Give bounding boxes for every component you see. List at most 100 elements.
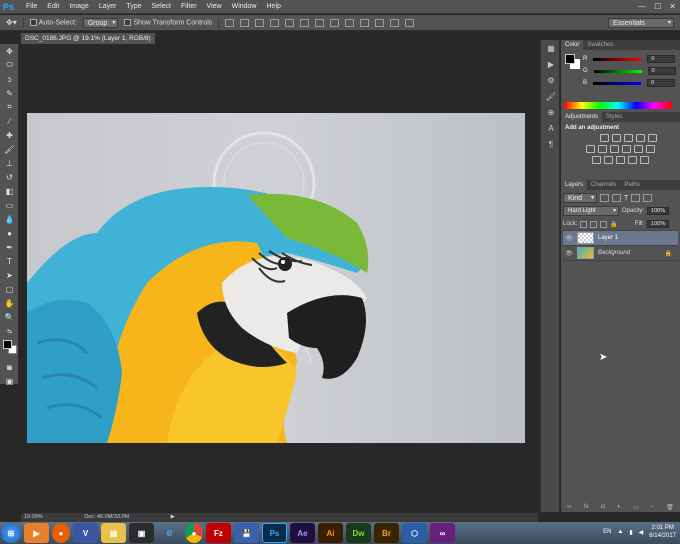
healing-brush-tool-icon[interactable]: ✚ <box>0 128 19 142</box>
exposure-icon[interactable] <box>636 134 645 142</box>
clone-stamp-tool-icon[interactable]: ⊥ <box>0 156 19 170</box>
menu-view[interactable]: View <box>202 0 227 14</box>
green-slider[interactable]: G 0 <box>583 65 676 77</box>
network-icon[interactable]: ▮ <box>629 529 632 536</box>
lock-all-icon[interactable]: 🔒 <box>610 221 617 228</box>
menu-type[interactable]: Type <box>121 0 146 14</box>
tray-arrow-icon[interactable]: ▲ <box>617 529 623 535</box>
align-vcenter-icon[interactable] <box>240 18 250 27</box>
tab-channels[interactable]: Channels <box>587 180 620 190</box>
layer-name[interactable]: Background <box>598 250 630 256</box>
posterize-icon[interactable] <box>604 156 613 164</box>
lock-image-icon[interactable] <box>590 220 598 228</box>
brush-tool-icon[interactable]: 🖌 <box>0 142 19 156</box>
workspace-dropdown[interactable]: Essentials <box>608 18 674 28</box>
channel-mixer-icon[interactable] <box>634 145 643 153</box>
blue-slider[interactable]: B 0 <box>583 77 676 89</box>
show-transform-checkbox[interactable]: Show Transform Controls <box>124 18 212 26</box>
distribute-hcenter-icon[interactable] <box>375 18 385 27</box>
internet-explorer-icon[interactable]: e <box>157 523 182 543</box>
distribute-right-icon[interactable] <box>390 18 400 27</box>
filter-smart-icon[interactable] <box>643 194 653 202</box>
firefox-icon[interactable]: ● <box>52 523 70 543</box>
red-slider-bar[interactable] <box>593 57 642 61</box>
monitor-app-icon[interactable]: ▣ <box>129 523 154 543</box>
align-hcenter-icon[interactable] <box>285 18 295 27</box>
status-menu-icon[interactable]: ▶ <box>171 514 175 520</box>
menu-select[interactable]: Select <box>147 0 176 14</box>
distribute-top-icon[interactable] <box>315 18 325 27</box>
levels-icon[interactable] <box>612 134 621 142</box>
blur-tool-icon[interactable]: 💧 <box>0 212 19 226</box>
color-swatches[interactable] <box>0 338 19 360</box>
align-left-icon[interactable] <box>270 18 280 27</box>
green-slider-bar[interactable] <box>593 69 642 73</box>
threshold-icon[interactable] <box>616 156 625 164</box>
distribute-left-icon[interactable] <box>360 18 370 27</box>
panel-fg-color[interactable] <box>565 54 575 64</box>
layer-row-layer1[interactable]: 👁 Layer 1 <box>563 231 678 246</box>
tab-adjustments[interactable]: Adjustments <box>561 112 603 122</box>
chrome-icon[interactable]: ● <box>185 523 203 543</box>
filter-pixel-icon[interactable] <box>600 194 609 202</box>
clone-source-icon[interactable]: ⊕ <box>541 104 561 120</box>
opacity-field[interactable]: 100% <box>647 207 670 215</box>
minimize-button[interactable]: — <box>638 2 646 11</box>
layer-filter-dropdown[interactable]: Kind <box>563 193 597 203</box>
link-layers-icon[interactable]: ∞ <box>567 504 571 510</box>
auto-select-dropdown[interactable]: Group <box>82 17 119 28</box>
actions-panel-icon[interactable]: ▶ <box>541 56 561 72</box>
delete-layer-icon[interactable]: 🗑 <box>666 504 674 511</box>
add-mask-icon[interactable]: ◘ <box>601 504 605 510</box>
layer-name[interactable]: Layer 1 <box>598 235 618 241</box>
color-balance-icon[interactable] <box>598 145 607 153</box>
move-tool-icon[interactable]: ✥ <box>0 44 19 58</box>
new-adjustment-icon[interactable]: ◐ <box>617 504 621 510</box>
green-value-field[interactable]: 0 <box>647 67 676 75</box>
lock-position-icon[interactable] <box>600 220 608 228</box>
invert-icon[interactable] <box>592 156 601 164</box>
virtualbox-icon[interactable]: ⬡ <box>402 523 427 543</box>
quick-mask-icon[interactable]: ◙ <box>0 360 19 374</box>
gradient-tool-icon[interactable]: ▭ <box>0 198 19 212</box>
taskbar-ae-icon[interactable]: Ae <box>290 523 315 543</box>
zoom-level[interactable]: 19.09% <box>24 514 43 520</box>
screen-mode-icon[interactable]: ▣ <box>0 374 19 388</box>
black-white-icon[interactable] <box>610 145 619 153</box>
brightness-contrast-icon[interactable] <box>600 134 609 142</box>
document-tab[interactable]: DSC_0186.JPG @ 19.1% (Layer 1, RGB/8) * … <box>21 33 155 53</box>
visual-studio-icon[interactable]: ∞ <box>430 523 455 543</box>
tab-styles[interactable]: Styles <box>602 112 626 122</box>
quick-select-tool-icon[interactable]: ✎ <box>0 86 19 100</box>
visibility-eye-icon[interactable]: 👁 <box>563 235 575 242</box>
parrot-photo[interactable] <box>27 113 525 443</box>
new-layer-icon[interactable]: ▫ <box>651 504 653 510</box>
path-select-tool-icon[interactable]: ➤ <box>0 268 19 282</box>
curves-icon[interactable] <box>624 134 633 142</box>
taskbar-ps-icon[interactable]: Ps <box>262 523 287 543</box>
filter-type-icon[interactable]: T <box>624 195 628 202</box>
taskbar-br-icon[interactable]: Br <box>374 523 399 543</box>
media-player-icon[interactable]: ▶ <box>24 523 49 543</box>
crop-tool-icon[interactable]: ⌗ <box>0 100 19 114</box>
lasso-tool-icon[interactable]: ↄ <box>0 72 19 86</box>
history-brush-tool-icon[interactable]: ↺ <box>0 170 19 184</box>
new-group-icon[interactable]: ▭ <box>633 504 639 511</box>
language-indicator[interactable]: EN <box>603 529 611 535</box>
color-spectrum[interactable] <box>564 102 672 109</box>
selective-color-icon[interactable] <box>640 156 649 164</box>
blue-value-field[interactable]: 0 <box>647 79 676 87</box>
visio-icon[interactable]: V <box>73 523 98 543</box>
paragraph-panel-icon[interactable]: ¶ <box>541 136 561 152</box>
shape-tool-icon[interactable]: ▢ <box>0 282 19 296</box>
hand-tool-icon[interactable]: ✋ <box>0 296 19 310</box>
menu-layer[interactable]: Layer <box>94 0 122 14</box>
tab-color[interactable]: Color <box>561 40 584 50</box>
hue-saturation-icon[interactable] <box>586 145 595 153</box>
dodge-tool-icon[interactable]: ● <box>0 226 19 240</box>
red-slider[interactable]: R 0 <box>583 53 676 65</box>
pen-tool-icon[interactable]: ✒ <box>0 240 19 254</box>
distribute-bottom-icon[interactable] <box>345 18 355 27</box>
vibrance-icon[interactable] <box>648 134 657 142</box>
blue-slider-bar[interactable] <box>593 81 642 85</box>
